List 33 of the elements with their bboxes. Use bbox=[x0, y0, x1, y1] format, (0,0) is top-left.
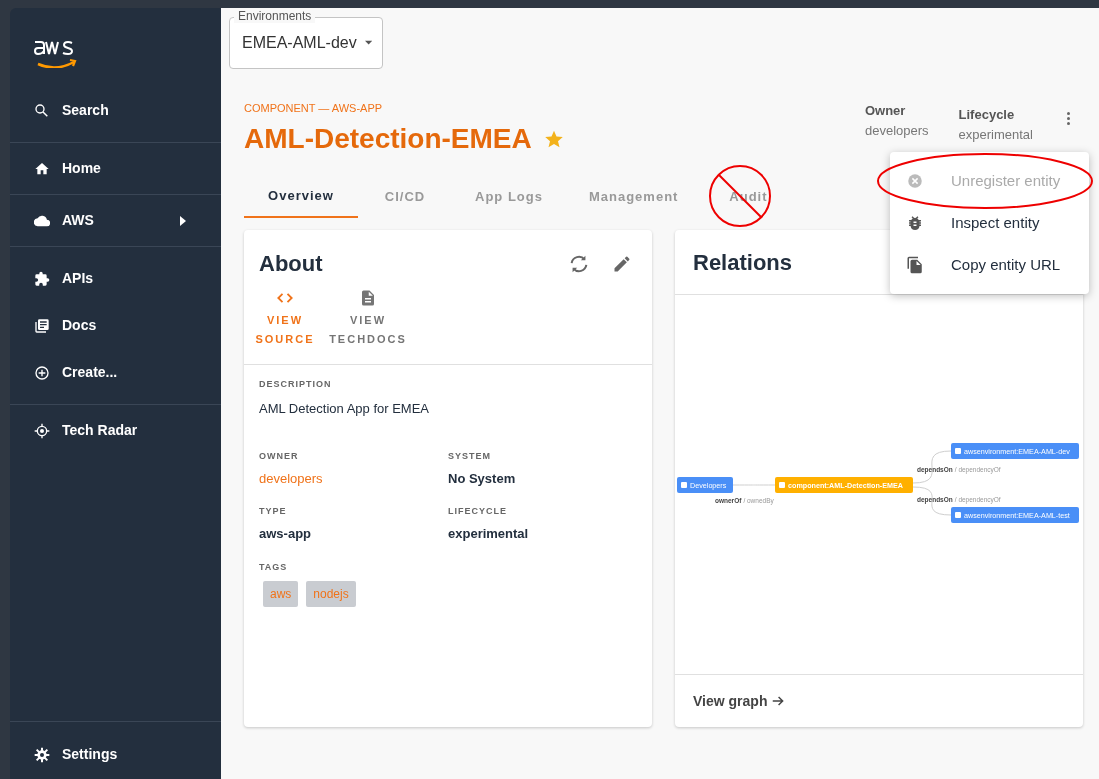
page-title: AML-Detection-EMEA bbox=[244, 122, 532, 156]
menu-item[interactable]: Inspect entity bbox=[890, 202, 1089, 244]
meta-value: experimental bbox=[958, 127, 1033, 143]
sidebar-item[interactable]: AWS bbox=[10, 204, 221, 237]
sidebar-item[interactable]: APIs bbox=[10, 262, 221, 295]
card-title: About bbox=[259, 250, 323, 278]
field-value: experimental bbox=[448, 525, 529, 543]
tag-chip: aws bbox=[263, 580, 299, 607]
meta-label: Owner bbox=[864, 103, 907, 119]
tab[interactable]: Overview bbox=[244, 176, 358, 218]
tag-chip: nodejs bbox=[306, 580, 356, 607]
meta-value: developers bbox=[864, 123, 929, 139]
entity-kind-label: COMPONENT — AWS-APP bbox=[244, 101, 383, 115]
meta-label: Lifecycle bbox=[958, 107, 1016, 123]
field-label: TYPE bbox=[259, 505, 288, 518]
sidebar-item[interactable]: Search bbox=[10, 94, 221, 127]
sidebar-item[interactable]: Settings bbox=[10, 738, 221, 771]
description-text: AML Detection App for EMEA bbox=[259, 400, 431, 418]
field-label: Environments bbox=[234, 9, 316, 23]
sidebar-item[interactable]: Create... bbox=[10, 356, 221, 389]
menu-item[interactable]: Copy entity URL bbox=[890, 244, 1089, 286]
field-label: TAGS bbox=[259, 560, 289, 574]
field-label: LIFECYCLE bbox=[448, 505, 508, 518]
card-title: Relations bbox=[693, 248, 793, 277]
view-graph-link[interactable]: View graph bbox=[675, 675, 804, 727]
field-label: SYSTEM bbox=[448, 449, 492, 463]
field-value: No System bbox=[448, 469, 516, 488]
field-value: aws-app bbox=[259, 525, 311, 543]
sidebar-item[interactable]: Home bbox=[10, 152, 221, 185]
field-label: OWNER bbox=[259, 449, 300, 463]
sidebar-item[interactable]: Docs bbox=[10, 309, 221, 342]
sidebar-item[interactable]: Tech Radar bbox=[10, 414, 221, 447]
field-label: DESCRIPTION bbox=[259, 378, 333, 391]
